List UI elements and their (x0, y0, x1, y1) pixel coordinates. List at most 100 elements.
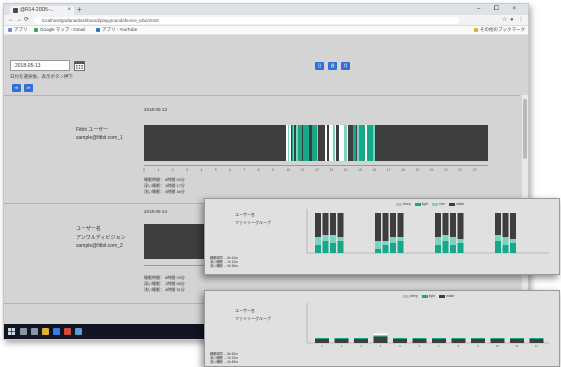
bar-deep (452, 339, 466, 343)
task-view-icon[interactable] (31, 328, 38, 335)
bookmark-maps[interactable]: Google マップ - Gmail (34, 26, 85, 34)
hint-text: 日付を選択後、表示ボタン押下 (10, 74, 73, 80)
edge-icon[interactable] (53, 328, 60, 335)
bar-deep (375, 249, 381, 253)
bar-deep (495, 241, 501, 253)
tick-label: 20 (430, 168, 434, 172)
week-view-button[interactable]: 週 (328, 62, 337, 70)
window-controls[interactable]: – ⧠ × (477, 4, 522, 15)
bar-wake (330, 213, 336, 235)
windows-start-icon[interactable] (8, 328, 15, 335)
section2-summary: 睡眠時間： 6時間 29分 深い睡眠： 1時間 08分 浅い睡眠： 4時間 31… (144, 275, 185, 294)
youtube-icon (96, 28, 100, 32)
bookmarks-bar: アプリ Google マップ - Gmail アプリ - YouTube その他… (4, 26, 528, 35)
chrome-icon[interactable] (64, 328, 71, 335)
tab-strip: @R14-20D5-... × + – ⧠ × (4, 4, 528, 15)
legend-swatch (432, 203, 438, 206)
bar-deep (413, 339, 427, 343)
divider (4, 95, 520, 96)
reload-button[interactable]: ⟳ (24, 16, 29, 24)
bar-wake (435, 213, 441, 237)
tick-label: 6 (419, 344, 421, 348)
tick-label: 13 (329, 168, 333, 172)
bar-wake (323, 213, 329, 235)
weekly-chart-panel: ユーザー名 ファミリーグループ deep light rem wake 睡眠時間… (204, 198, 560, 275)
summary-line: 浅い睡眠 ... 4h 36m (210, 264, 238, 268)
tick-label: 8 (458, 344, 460, 348)
sleep-stage-bar (293, 125, 295, 161)
file-explorer-icon[interactable] (42, 328, 49, 335)
tick-label: 7 (438, 344, 440, 348)
profile-icon[interactable]: ● (510, 16, 514, 24)
tick-label: 12 (315, 168, 319, 172)
favicon-icon (13, 8, 18, 13)
bar-wake (390, 213, 396, 237)
bar-deep (315, 339, 329, 343)
bar-wake (375, 213, 381, 241)
back-button[interactable]: ← (8, 16, 14, 24)
url-input[interactable]: localhost/grafana/dashboard/playground/d… (34, 17, 459, 24)
tick-label: 5 (399, 344, 401, 348)
new-tab-button[interactable]: + (77, 4, 82, 15)
overlay1-legend: deep light rem wake (393, 202, 464, 206)
tick-label: 10 (286, 168, 290, 172)
tick-label: 19 (415, 168, 419, 172)
bar-deep (471, 339, 485, 343)
tick-label: 1 (157, 168, 159, 172)
calendar-icon[interactable] (74, 60, 85, 71)
tick-label: 5 (215, 168, 217, 172)
tick-label: 8 (258, 168, 260, 172)
weekly-stacked-chart (301, 207, 551, 262)
star-icon[interactable]: ☆ (502, 16, 507, 24)
bar-light (374, 335, 388, 336)
other-bookmarks[interactable]: その他のブックマーク (474, 26, 525, 34)
bar-wake (510, 213, 516, 239)
legend-swatch (403, 295, 409, 298)
bar-light (398, 237, 404, 241)
bar-deep (338, 241, 344, 253)
bar-deep (390, 243, 396, 253)
tick-label: 1 (321, 344, 323, 348)
scrollbar-thumb[interactable] (523, 99, 527, 159)
bar-light (450, 237, 456, 245)
forward-button[interactable]: → (16, 16, 22, 24)
bar-wake (338, 213, 344, 237)
tab-title: @R14-20D5-... (20, 7, 54, 13)
bar-light (510, 239, 516, 243)
next-day-button[interactable]: ≫ (24, 84, 33, 92)
prev-day-button[interactable]: ≪ (12, 84, 21, 92)
day-view-button[interactable]: 日 (315, 62, 324, 70)
bar-deep (315, 245, 321, 253)
bar-wake (503, 213, 509, 237)
bar-light (491, 338, 505, 339)
browser-tab[interactable]: @R14-20D5-... × (10, 6, 74, 15)
menu-icon[interactable]: ⋮ (518, 16, 524, 24)
bar-light (315, 338, 329, 339)
bookmark-apps[interactable]: アプリ (8, 26, 28, 34)
bar-deep (393, 339, 407, 343)
bar-deep (323, 241, 329, 253)
bar-deep (435, 245, 441, 253)
bar-deep (503, 245, 509, 253)
month-view-button[interactable]: 月 (341, 62, 350, 70)
legend-swatch (396, 203, 402, 206)
close-tab-icon[interactable]: × (67, 6, 71, 15)
bar-deep (491, 339, 505, 343)
overlay2-legend: deep light wake (400, 294, 454, 298)
bar-light (338, 237, 344, 241)
overlay2-group: ファミリーグループ (235, 316, 271, 322)
overlay1-group: ファミリーグループ (235, 220, 271, 226)
tick-label: 23 (473, 168, 477, 172)
section1-user-id: sample@fitbit.com_1 (76, 135, 123, 141)
date-field[interactable]: 2018-05-13 (10, 60, 70, 71)
monthly-chart-panel: ユーザー名 ファミリーグループ deep light wake 12345678… (204, 290, 560, 367)
tick-label: 9 (272, 168, 274, 172)
search-icon[interactable] (20, 328, 27, 335)
bar-light (375, 241, 381, 249)
section2-user-label: ユーザー名 (76, 225, 101, 232)
bookmark-youtube[interactable]: アプリ - YouTube (96, 26, 137, 34)
sleep-stage-bar (347, 125, 348, 161)
mail-icon[interactable] (75, 328, 82, 335)
legend-swatch (439, 295, 445, 298)
bar-light (452, 338, 466, 339)
